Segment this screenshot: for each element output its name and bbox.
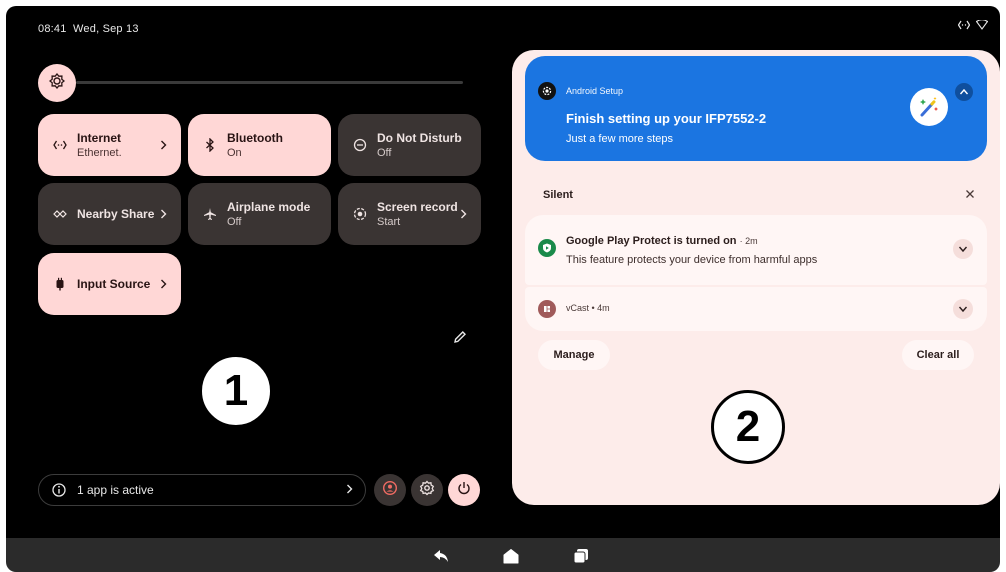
callout-badge-1: 1 xyxy=(199,354,273,428)
tile-label: Nearby Share xyxy=(77,207,155,221)
airplane-icon xyxy=(201,205,219,223)
chevron-up-icon[interactable] xyxy=(955,83,973,101)
active-apps-pill[interactable]: 1 app is active xyxy=(38,474,366,506)
status-time: 08:41 xyxy=(38,23,67,35)
home-icon[interactable] xyxy=(502,547,520,565)
android-setup-notification[interactable]: Android Setup Finish setting up your IFP… xyxy=(525,56,987,161)
notification-title-line: Google Play Protect is turned on · 2m xyxy=(566,235,758,247)
vcast-app-icon xyxy=(538,300,556,318)
status-clock: 08:41 Wed, Sep 13 xyxy=(38,23,139,35)
tile-do-not-disturb[interactable]: Do Not Disturb Off xyxy=(338,114,481,176)
tile-status: On xyxy=(227,147,242,159)
tile-input-source[interactable]: Input Source xyxy=(38,253,181,315)
user-switch-button[interactable] xyxy=(374,474,406,506)
user-icon xyxy=(382,480,398,501)
notification-app-name: Android Setup xyxy=(566,86,624,96)
notification-title-line: vCast • 4m xyxy=(566,303,610,313)
magic-wand-icon xyxy=(910,88,948,126)
tile-label: Screen record xyxy=(377,200,457,214)
do-not-disturb-icon xyxy=(351,136,369,154)
settings-icon xyxy=(419,480,435,501)
screen-record-icon xyxy=(351,205,369,223)
tile-status: Off xyxy=(227,216,242,228)
tile-airplane-mode[interactable]: Airplane mode Off xyxy=(188,183,331,245)
notification-text: This feature protects your device from h… xyxy=(566,254,818,266)
chevron-right-icon xyxy=(157,140,169,150)
input-source-icon xyxy=(51,275,69,293)
chevron-down-icon[interactable] xyxy=(953,299,973,319)
tile-label: Do Not Disturb xyxy=(377,131,462,145)
back-icon[interactable] xyxy=(432,547,450,565)
tile-label: Airplane mode xyxy=(227,200,311,214)
notification-message: Just a few more steps xyxy=(566,133,673,145)
status-icons xyxy=(958,20,988,30)
power-icon xyxy=(456,480,472,501)
tile-label: Internet xyxy=(77,131,122,145)
brightness-icon xyxy=(48,72,66,94)
notification-title: Finish setting up your IFP7552-2 xyxy=(566,111,767,126)
notification-shade: Android Setup Finish setting up your IFP… xyxy=(512,50,1000,505)
tile-internet[interactable]: Internet Ethernet. xyxy=(38,114,181,176)
recents-icon[interactable] xyxy=(572,547,590,565)
bluetooth-icon xyxy=(201,136,219,154)
close-icon[interactable] xyxy=(963,187,977,201)
tile-screen-record[interactable]: Screen record Start xyxy=(338,183,481,245)
play-protect-notification[interactable]: Google Play Protect is turned on · 2m Th… xyxy=(525,215,987,285)
ethernet-icon xyxy=(958,20,970,30)
wifi-icon xyxy=(976,20,988,30)
notification-time: 2m xyxy=(745,236,758,246)
chevron-down-icon[interactable] xyxy=(953,239,973,259)
tile-label: Bluetooth xyxy=(227,131,283,145)
tile-bluetooth[interactable]: Bluetooth On xyxy=(188,114,331,176)
ethernet-icon xyxy=(51,136,69,154)
tile-label: Input Source xyxy=(77,277,151,291)
tile-status: Off xyxy=(377,147,392,159)
settings-button[interactable] xyxy=(411,474,443,506)
vcast-notification[interactable]: vCast • 4m xyxy=(525,287,987,331)
notification-time: 4m xyxy=(597,303,610,313)
info-icon xyxy=(51,482,67,498)
tile-nearby-share[interactable]: Nearby Share xyxy=(38,183,181,245)
tile-status: Start xyxy=(377,216,401,228)
active-apps-label: 1 app is active xyxy=(77,483,154,497)
nearby-share-icon xyxy=(51,205,69,223)
navigation-bar xyxy=(6,538,1000,572)
chevron-right-icon xyxy=(157,209,169,219)
clear-all-button[interactable]: Clear all xyxy=(902,340,974,370)
edit-pencil-icon[interactable] xyxy=(452,329,468,345)
notification-title: vCast xyxy=(566,303,590,313)
brightness-slider-thumb[interactable] xyxy=(38,64,76,102)
callout-badge-2: 2 xyxy=(711,390,785,464)
chevron-right-icon xyxy=(457,209,469,219)
chevron-right-icon xyxy=(157,279,169,289)
quick-settings-screen: 08:41 Wed, Sep 13 Internet Ethernet. Blu… xyxy=(6,6,1000,538)
tile-status: Ethernet. xyxy=(77,147,122,159)
notification-title: Google Play Protect is turned on xyxy=(566,235,737,247)
brightness-slider-track[interactable] xyxy=(76,81,463,84)
android-setup-app-icon xyxy=(538,82,556,100)
silent-section-label: Silent xyxy=(543,189,573,201)
chevron-right-icon xyxy=(346,483,353,497)
power-button[interactable] xyxy=(448,474,480,506)
play-protect-icon xyxy=(538,239,556,257)
status-date: Wed, Sep 13 xyxy=(73,23,139,35)
manage-button[interactable]: Manage xyxy=(538,340,610,370)
